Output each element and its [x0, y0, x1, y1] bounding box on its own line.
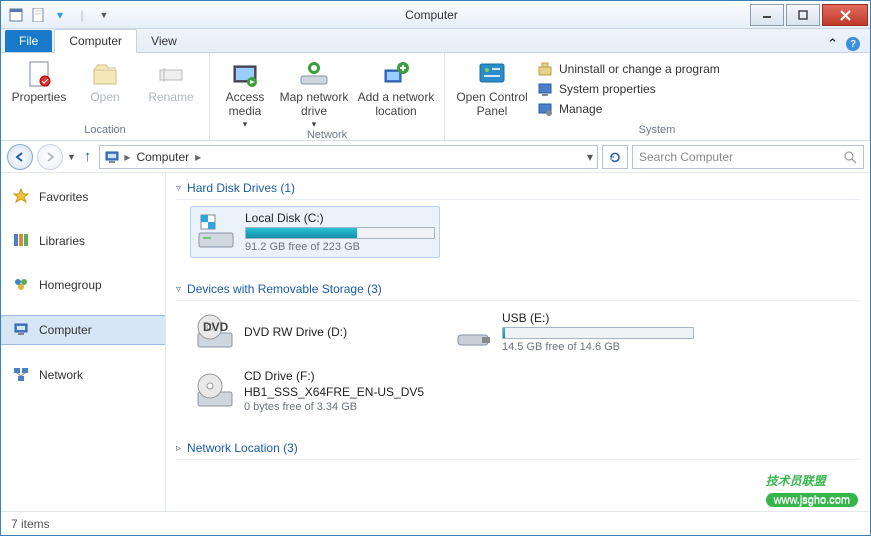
minimize-button[interactable] [750, 4, 784, 26]
search-icon [843, 150, 857, 164]
section-netloc-header[interactable]: ▹Network Location (3) [176, 437, 860, 460]
ribbon-group-system: Open Control Panel Uninstall or change a… [445, 53, 870, 140]
tab-file[interactable]: File [5, 30, 52, 52]
system-properties-button[interactable]: System properties [537, 81, 720, 97]
help-icon[interactable]: ? [846, 37, 860, 51]
ribbon-tabs: File Computer View ⌃ ? [1, 29, 870, 53]
ribbon-collapse-icon[interactable]: ⌃ [827, 36, 838, 52]
hdd-icon [195, 211, 237, 253]
titlebar: ▾ | ▼ Computer [1, 1, 870, 29]
nav-computer[interactable]: Computer [1, 315, 165, 345]
ribbon: Properties Open Rename Location Access m… [1, 53, 870, 141]
forward-button[interactable] [37, 144, 63, 170]
maximize-button[interactable] [786, 4, 820, 26]
refresh-button[interactable] [602, 145, 628, 169]
qat-dropdown-icon[interactable]: ▾ [51, 6, 69, 24]
breadcrumb-root[interactable]: Computer [134, 150, 191, 164]
watermark: 技术员联盟 www.jsgho.com [766, 465, 858, 507]
dvd-drive-icon: DVD [194, 311, 236, 353]
drive-usb-e[interactable]: USB (E:) 14.5 GB free of 14.6 GB [448, 307, 698, 357]
add-network-location-button[interactable]: Add a network location [356, 55, 436, 119]
tab-computer[interactable]: Computer [54, 29, 137, 53]
back-button[interactable] [7, 144, 33, 170]
expand-icon: ▹ [176, 443, 181, 454]
usage-bar [245, 227, 435, 239]
drive-local-c[interactable]: Local Disk (C:) 91.2 GB free of 223 GB [190, 206, 440, 258]
item-count: 7 items [11, 517, 50, 531]
access-media-button[interactable]: Access media▾ [218, 55, 272, 129]
uninstall-button[interactable]: Uninstall or change a program [537, 61, 720, 77]
map-drive-button[interactable]: Map network drive▾ [278, 55, 350, 129]
address-bar[interactable]: ▸ Computer ▸ ▾ [99, 145, 598, 169]
nav-libraries[interactable]: Libraries [1, 227, 165, 255]
properties-button[interactable]: Properties [9, 55, 69, 105]
section-netloc: ▹Network Location (3) [176, 437, 860, 460]
section-hdd-header[interactable]: ▿Hard Disk Drives (1) [176, 177, 860, 200]
up-button[interactable]: ↑ [80, 148, 96, 165]
collapse-icon: ▿ [176, 284, 181, 295]
recent-dropdown-icon[interactable]: ▼ [67, 152, 76, 162]
breadcrumb-sep-icon[interactable]: ▸ [195, 150, 201, 164]
open-button[interactable]: Open [75, 55, 135, 105]
collapse-icon: ▿ [176, 183, 181, 194]
ribbon-group-location: Properties Open Rename Location [1, 53, 210, 140]
address-dropdown-icon[interactable]: ▾ [587, 150, 593, 164]
drive-cd-f[interactable]: CD Drive (F:) HB1_SSS_X64FRE_EN-US_DV5 0… [190, 365, 470, 417]
window-title: Computer [113, 8, 750, 22]
usb-drive-icon [452, 311, 494, 353]
status-bar: 7 items [1, 511, 870, 535]
computer-icon [104, 149, 120, 165]
section-removable-header[interactable]: ▿Devices with Removable Storage (3) [176, 278, 860, 301]
control-panel-button[interactable]: Open Control Panel [453, 55, 531, 119]
breadcrumb-sep-icon[interactable]: ▸ [124, 150, 130, 164]
rename-button[interactable]: Rename [141, 55, 201, 105]
section-removable: ▿Devices with Removable Storage (3) DVD … [176, 278, 860, 429]
ribbon-group-network: Access media▾ Map network drive▾ Add a n… [210, 53, 445, 140]
section-hdd: ▿Hard Disk Drives (1) Local Disk (C:) 91… [176, 177, 860, 270]
qat-icon[interactable] [7, 6, 25, 24]
nav-pane: Favorites Libraries Homegroup Computer N… [1, 173, 166, 511]
manage-button[interactable]: Manage [537, 101, 720, 117]
nav-row: ▼ ↑ ▸ Computer ▸ ▾ Search Computer [1, 141, 870, 173]
nav-network[interactable]: Network [1, 361, 165, 389]
drive-dvd-d[interactable]: DVD DVD RW Drive (D:) [190, 307, 440, 357]
nav-homegroup[interactable]: Homegroup [1, 271, 165, 299]
nav-favorites[interactable]: Favorites [1, 183, 165, 211]
content-pane: ▿Hard Disk Drives (1) Local Disk (C:) 91… [166, 173, 870, 511]
cd-drive-icon [194, 370, 236, 412]
svg-text:DVD: DVD [203, 320, 229, 334]
qat-sep: | [73, 6, 91, 24]
search-placeholder: Search Computer [639, 150, 843, 164]
search-box[interactable]: Search Computer [632, 145, 864, 169]
main: Favorites Libraries Homegroup Computer N… [1, 173, 870, 511]
qat-more-icon[interactable]: ▼ [95, 6, 113, 24]
qat-properties-icon[interactable] [29, 6, 47, 24]
usage-bar [502, 327, 694, 339]
close-button[interactable] [822, 4, 868, 26]
tab-view[interactable]: View [137, 30, 191, 52]
